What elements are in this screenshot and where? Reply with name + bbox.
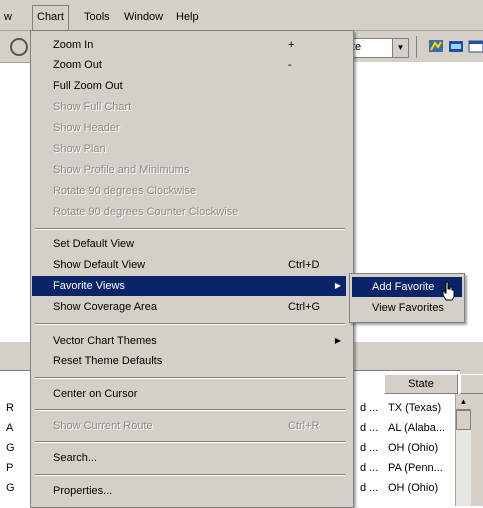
cell: d ...: [360, 422, 379, 434]
window-icon[interactable]: [468, 38, 483, 54]
cell: G: [6, 442, 15, 454]
menu-item-show-profile: Show Profile and Minimums: [32, 160, 346, 180]
cell: d ...: [360, 402, 379, 414]
menu-item-set-default-view[interactable]: Set Default View: [32, 234, 346, 254]
cell: P: [6, 462, 14, 474]
menu-item-show-default-view[interactable]: Show Default View Ctrl+D: [32, 255, 346, 275]
chevron-down-icon[interactable]: ▼: [392, 39, 408, 57]
menu-item-zoom-out[interactable]: Zoom Out -: [32, 55, 346, 75]
menu-separator: [35, 228, 345, 230]
menu-item-full-zoom-out[interactable]: Full Zoom Out: [32, 76, 346, 96]
menu-separator: [35, 377, 345, 379]
menu-item-search[interactable]: Search...: [32, 448, 346, 468]
cell: d ...: [360, 482, 379, 494]
menu-view-partial[interactable]: w: [0, 9, 16, 25]
chart-icon[interactable]: [448, 38, 464, 54]
column-header-state[interactable]: State: [384, 374, 458, 394]
menu-item-label: Show Full Chart: [53, 101, 132, 113]
route-combo[interactable]: te ▼: [347, 38, 409, 58]
menu-item-label: Favorite Views: [53, 280, 125, 292]
menu-item-label: Show Plan: [53, 143, 106, 155]
menu-item-vector-chart-themes[interactable]: Vector Chart Themes ▶: [32, 331, 346, 351]
search-icon[interactable]: [10, 38, 28, 56]
menu-bar: w Chart Tools Window Help: [0, 0, 483, 31]
menu-item-label: Center on Cursor: [53, 388, 138, 400]
menu-item-zoom-in[interactable]: Zoom In +: [32, 35, 346, 55]
menu-item-shortcut: +: [288, 39, 295, 51]
menu-item-label: Rotate 90 degrees Clockwise: [53, 185, 197, 197]
submenu-item-view-favorites[interactable]: View Favorites: [352, 298, 462, 318]
cell-state: OH (Ohio): [388, 442, 439, 454]
cell-state: OH (Ohio): [388, 482, 439, 494]
column-header-extra[interactable]: [460, 374, 483, 394]
menu-item-show-full-chart: Show Full Chart: [32, 97, 346, 117]
menu-separator: [35, 474, 345, 476]
cell: G: [6, 482, 15, 494]
cell: R: [6, 402, 14, 414]
menu-window[interactable]: Window: [120, 9, 167, 25]
cell: d ...: [360, 442, 379, 454]
menu-item-show-coverage-area[interactable]: Show Coverage Area Ctrl+G: [32, 297, 346, 317]
menu-item-show-plan: Show Plan: [32, 139, 346, 159]
menu-item-label: Zoom Out: [53, 59, 102, 71]
menu-item-label: Show Current Route: [53, 420, 153, 432]
menu-item-favorite-views[interactable]: Favorite Views ▶: [32, 276, 346, 296]
menu-item-label: Zoom In: [53, 39, 94, 51]
cell: d ...: [360, 462, 379, 474]
menu-item-label: Search...: [53, 452, 98, 464]
cell-state: AL (Alaba...: [388, 422, 446, 434]
chart-menu: Zoom In + Zoom Out - Full Zoom Out Show Fu…: [30, 30, 354, 508]
cell: A: [6, 422, 14, 434]
menu-item-rotate-ccw: Rotate 90 degrees Counter Clockwise: [32, 202, 346, 222]
menu-item-shortcut: Ctrl+G: [288, 301, 321, 313]
menu-item-label: Set Default View: [53, 238, 135, 250]
menu-item-label: Properties...: [53, 485, 113, 497]
menu-item-reset-theme-defaults[interactable]: Reset Theme Defaults: [32, 351, 346, 371]
cell-state: PA (Penn...: [388, 462, 443, 474]
submenu-arrow-icon: ▶: [334, 281, 341, 290]
route-icon[interactable]: [428, 38, 444, 54]
menu-separator: [35, 409, 345, 411]
menu-item-shortcut: Ctrl+R: [288, 420, 320, 432]
menu-item-shortcut: -: [288, 59, 292, 71]
menu-help[interactable]: Help: [172, 9, 203, 25]
menu-item-label: Show Header: [53, 122, 120, 134]
menu-item-show-current-route: Show Current Route Ctrl+R: [32, 416, 346, 436]
menu-item-show-header: Show Header: [32, 118, 346, 138]
menu-item-label: Show Coverage Area: [53, 301, 157, 313]
menu-item-label: Show Default View: [53, 259, 146, 271]
menu-item-rotate-cw: Rotate 90 degrees Clockwise: [32, 181, 346, 201]
menu-item-label: Rotate 90 degrees Counter Clockwise: [53, 206, 239, 218]
menu-item-label: Full Zoom Out: [53, 80, 123, 92]
menu-item-label: Reset Theme Defaults: [53, 355, 163, 367]
menu-item-label: Show Profile and Minimums: [53, 164, 190, 176]
hand-cursor-icon: [442, 281, 455, 301]
menu-tools[interactable]: Tools: [80, 9, 114, 25]
vertical-scrollbar[interactable]: ▲: [455, 394, 471, 506]
menu-item-properties[interactable]: Properties...: [32, 481, 346, 501]
menu-separator: [35, 441, 345, 443]
menu-item-label: Vector Chart Themes: [53, 335, 157, 347]
menu-item-center-on-cursor[interactable]: Center on Cursor: [32, 384, 346, 404]
menu-item-shortcut: Ctrl+D: [288, 259, 320, 271]
submenu-arrow-icon: ▶: [334, 336, 341, 345]
toolbar-divider: [416, 36, 417, 58]
menu-chart[interactable]: Chart: [32, 5, 69, 30]
scroll-thumb[interactable]: [456, 410, 471, 430]
menu-separator: [35, 323, 345, 325]
cell-state: TX (Texas): [388, 402, 442, 414]
scroll-up-icon[interactable]: ▲: [456, 394, 471, 410]
